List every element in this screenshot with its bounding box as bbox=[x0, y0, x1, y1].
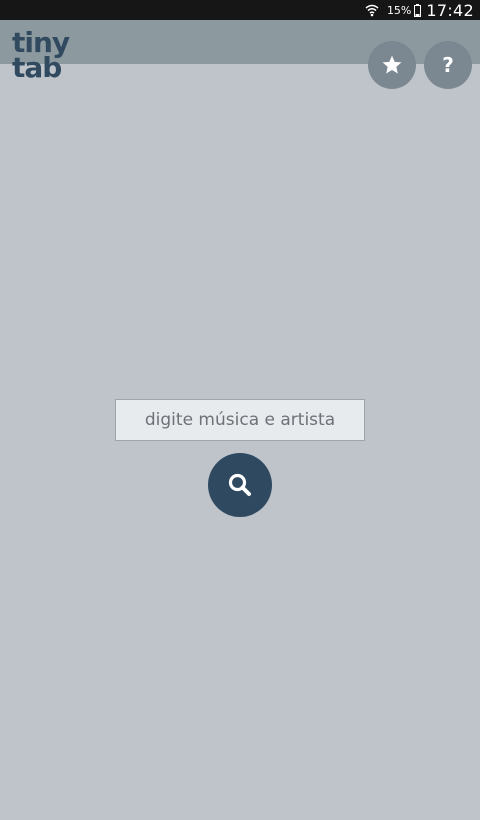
status-bar: 15% 17:42 bbox=[0, 0, 480, 20]
help-icon: ? bbox=[442, 53, 454, 77]
search-icon bbox=[228, 473, 251, 496]
battery-icon bbox=[414, 3, 422, 17]
star-icon bbox=[382, 55, 402, 74]
app-logo: tiny tab bbox=[12, 29, 78, 88]
search-button[interactable] bbox=[208, 453, 272, 517]
help-button[interactable]: ? bbox=[424, 41, 472, 89]
search-input[interactable] bbox=[115, 399, 365, 441]
battery-percent: 15% bbox=[386, 3, 412, 17]
clock: 17:42 bbox=[426, 0, 474, 20]
wifi-icon bbox=[365, 4, 379, 17]
favorites-button[interactable] bbox=[368, 41, 416, 89]
